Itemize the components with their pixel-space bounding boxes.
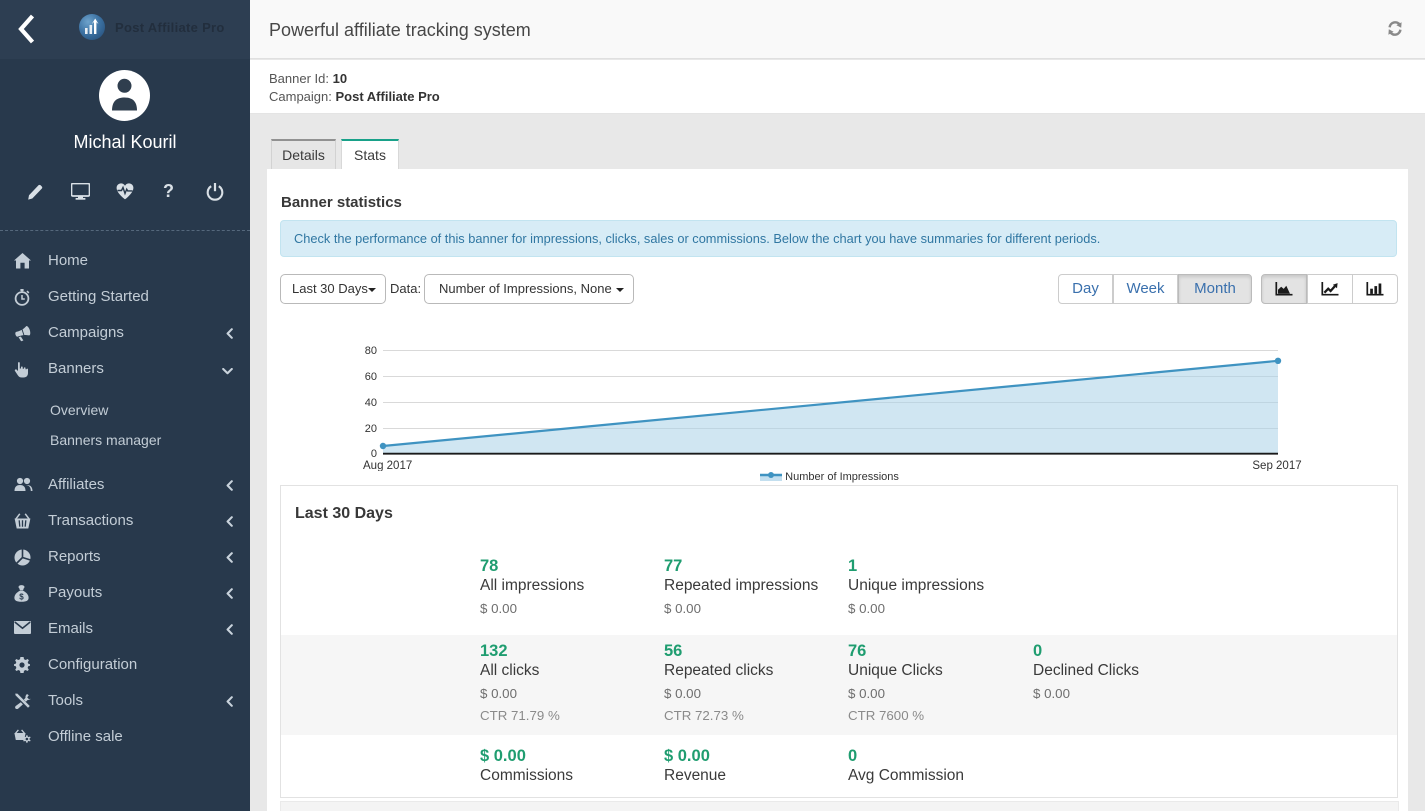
svg-text:$: $	[19, 593, 24, 602]
svg-text:80: 80	[365, 345, 377, 357]
svg-text:60: 60	[365, 371, 377, 383]
svg-text:Aug 2017: Aug 2017	[363, 460, 412, 471]
svg-text:20: 20	[365, 423, 377, 435]
svg-text:0: 0	[371, 448, 377, 460]
svg-text:Sep 2017: Sep 2017	[1252, 460, 1301, 471]
svg-text:40: 40	[365, 397, 377, 409]
